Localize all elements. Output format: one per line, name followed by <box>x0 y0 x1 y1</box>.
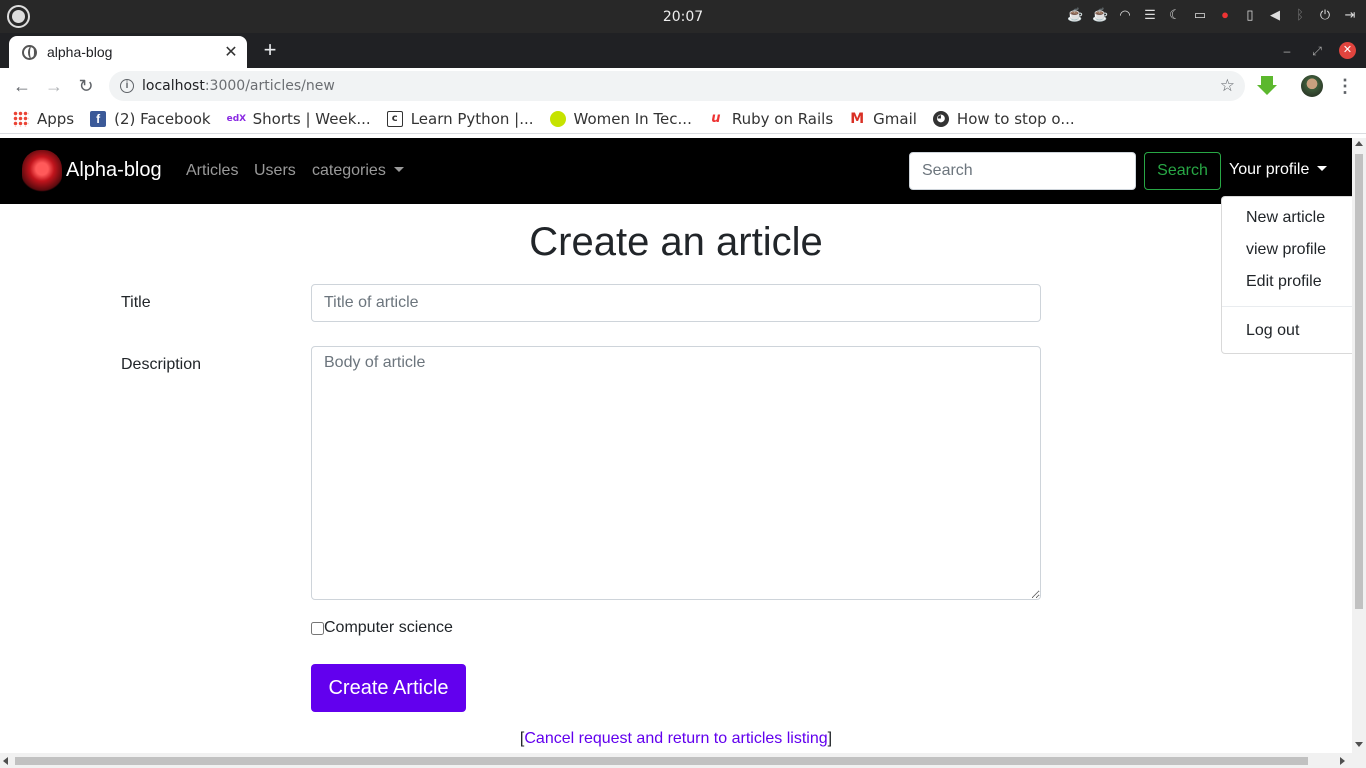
window-controls: – ⤢ ✕ <box>1279 42 1356 59</box>
bracket-close: ] <box>827 730 833 747</box>
category-checkbox-label[interactable]: Computer science <box>324 619 453 637</box>
caret-down-icon <box>1317 166 1328 171</box>
site-navbar: Alpha-blog Articles Users categories Sea… <box>0 138 1352 204</box>
description-label: Description <box>121 356 202 373</box>
title-label: Title <box>121 294 151 311</box>
horizontal-scrollbar[interactable] <box>0 753 1366 768</box>
scroll-right-icon[interactable] <box>1340 757 1345 765</box>
page-viewport: Alpha-blog Articles Users categories Sea… <box>0 138 1352 753</box>
notification-bell-icon[interactable]: ● <box>1217 7 1233 23</box>
bookmark-shorts[interactable]: edX Shorts | Week... <box>227 110 371 128</box>
bookmark-label: Shorts | Week... <box>252 109 371 128</box>
edx-icon: edX <box>226 113 247 124</box>
volume-icon[interactable]: ◀ <box>1267 7 1283 23</box>
vertical-scroll-thumb[interactable] <box>1355 154 1363 609</box>
profile-toggle-label: Your profile <box>1229 161 1310 178</box>
rails-icon: u <box>711 110 721 126</box>
bookmark-label: (2) Facebook <box>114 109 211 128</box>
coffee-icon[interactable]: ☕ <box>1067 7 1083 23</box>
url-host: localhost <box>142 78 205 94</box>
apps-grid-icon <box>13 110 29 127</box>
wifi-icon[interactable]: ◠ <box>1117 7 1133 23</box>
bookmark-star-icon[interactable]: ☆ <box>1220 76 1235 96</box>
gmail-icon: M <box>850 110 865 127</box>
bookmark-how-to-stop[interactable]: ◕ How to stop o... <box>932 109 1075 128</box>
url-path: :3000/articles/new <box>204 78 335 94</box>
tab-title: alpha-blog <box>47 44 113 60</box>
description-textarea[interactable] <box>311 346 1041 600</box>
horizontal-scroll-thumb[interactable] <box>15 757 1308 765</box>
power-icon[interactable]: ⏻ <box>1317 7 1333 23</box>
url-bar[interactable]: i localhost:3000/articles/new ☆ <box>109 71 1245 101</box>
bookmark-label: Gmail <box>873 109 917 128</box>
facebook-icon: f <box>90 110 107 127</box>
bookmark-learn-python[interactable]: c Learn Python |... <box>386 109 534 128</box>
nav-link-users[interactable]: Users <box>254 162 296 180</box>
nav-categories-dropdown[interactable]: categories <box>312 162 404 180</box>
bookmark-ruby-on-rails[interactable]: u Ruby on Rails <box>708 110 833 128</box>
address-bar-row: ← → ↻ i localhost:3000/articles/new ☆ ⋮ <box>0 68 1366 104</box>
close-tab-icon[interactable]: ✕ <box>219 42 243 62</box>
dropdown-divider <box>1222 306 1352 307</box>
nav-link-articles[interactable]: Articles <box>186 162 238 180</box>
bookmark-label: Women In Tec... <box>573 109 692 128</box>
bookmark-facebook[interactable]: f (2) Facebook <box>90 110 211 128</box>
brand-logo-icon[interactable] <box>22 150 62 192</box>
reload-icon[interactable]: ↻ <box>74 74 98 98</box>
browser-menu-icon[interactable]: ⋮ <box>1335 74 1355 98</box>
bookmark-apps[interactable]: Apps <box>13 110 74 128</box>
globe-icon <box>22 44 37 60</box>
bookmark-label: Apps <box>37 109 75 128</box>
forward-arrow-icon[interactable]: → <box>42 74 66 98</box>
tab-strip: alpha-blog ✕ + – ⤢ ✕ <box>0 33 1366 68</box>
create-article-button[interactable]: Create Article <box>311 664 466 712</box>
title-input[interactable] <box>311 284 1041 322</box>
night-mode-icon[interactable]: ☾ <box>1167 7 1183 23</box>
page-title: Create an article <box>529 220 823 264</box>
minimize-icon[interactable]: – <box>1279 43 1295 59</box>
category-checkbox-row: Computer science <box>311 619 453 637</box>
search-button[interactable]: Search <box>1144 152 1221 190</box>
folder-icon[interactable]: ▭ <box>1192 7 1208 23</box>
dropdown-item-log-out[interactable]: Log out <box>1246 322 1299 340</box>
bookmark-label: How to stop o... <box>956 109 1075 128</box>
scroll-up-icon[interactable] <box>1355 141 1363 146</box>
nav-link-categories: categories <box>312 162 386 179</box>
profile-avatar[interactable] <box>1301 75 1323 97</box>
site-info-icon[interactable]: i <box>120 79 134 93</box>
tennis-ball-icon <box>549 110 566 127</box>
dropdown-item-edit-profile[interactable]: Edit profile <box>1246 273 1322 291</box>
vertical-scrollbar[interactable] <box>1352 138 1366 753</box>
github-icon: ◕ <box>932 110 949 127</box>
bookmark-label: Learn Python |... <box>410 109 534 128</box>
menu-lines-icon[interactable]: ☰ <box>1142 7 1158 23</box>
os-top-bar: 20:07 ☕ ☕ ◠ ☰ ☾ ▭ ● ▯ ◀ ᛒ ⏻ ⇥ <box>0 0 1366 33</box>
bluetooth-icon[interactable]: ᛒ <box>1292 7 1308 23</box>
logout-icon[interactable]: ⇥ <box>1342 7 1358 23</box>
scroll-down-icon[interactable] <box>1355 742 1363 747</box>
maximize-icon[interactable]: ⤢ <box>1309 43 1325 59</box>
search-input[interactable] <box>909 152 1136 190</box>
scroll-left-icon[interactable] <box>3 757 8 765</box>
profile-dropdown-toggle[interactable]: Your profile <box>1229 161 1328 179</box>
brand-name[interactable]: Alpha-blog <box>66 159 162 182</box>
bookmark-label: Ruby on Rails <box>731 109 834 128</box>
cancel-line: [Cancel request and return to articles l… <box>0 730 1352 748</box>
battery-icon[interactable]: ▯ <box>1242 7 1258 23</box>
cancel-link[interactable]: Cancel request and return to articles li… <box>524 730 827 747</box>
browser-tab[interactable]: alpha-blog ✕ <box>9 36 247 68</box>
coffee-icon[interactable]: ☕ <box>1092 7 1108 23</box>
download-extension-icon[interactable] <box>1257 76 1277 96</box>
bookmarks-bar: Apps f (2) Facebook edX Shorts | Week... c… <box>0 104 1366 134</box>
system-tray: ☕ ☕ ◠ ☰ ☾ ▭ ● ▯ ◀ ᛒ ⏻ ⇥ <box>1067 7 1358 23</box>
bookmark-gmail[interactable]: M Gmail <box>849 110 917 128</box>
new-tab-button[interactable]: + <box>258 38 282 62</box>
learn-python-icon: c <box>386 110 403 127</box>
bookmark-women-in-tech[interactable]: Women In Tec... <box>549 109 692 128</box>
category-checkbox[interactable] <box>311 621 324 635</box>
close-window-icon[interactable]: ✕ <box>1339 42 1356 59</box>
caret-down-icon <box>393 167 404 172</box>
back-arrow-icon[interactable]: ← <box>10 74 34 98</box>
